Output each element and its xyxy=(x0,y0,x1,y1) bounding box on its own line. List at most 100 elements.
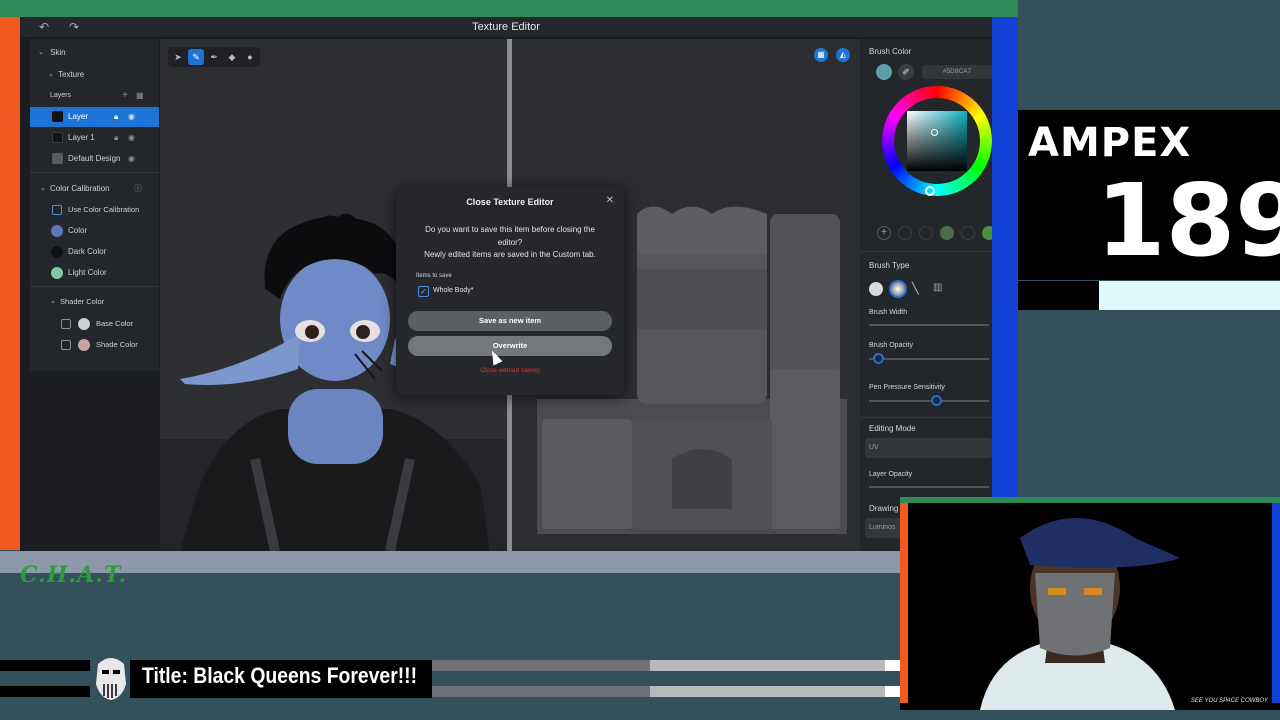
layer-row-default-design[interactable]: Default Design ◉ xyxy=(30,149,159,169)
shade-color-label: Shade Color xyxy=(96,340,138,349)
brush-soft-icon[interactable] xyxy=(889,280,907,298)
overlay-top-green-bar xyxy=(0,0,1018,17)
light-color-row[interactable]: Light Color xyxy=(30,263,159,283)
window-title: Texture Editor xyxy=(472,21,540,33)
light-color-label: Light Color xyxy=(68,268,107,277)
section-label: Color Calibration xyxy=(50,184,110,193)
info-icon[interactable]: ⓘ xyxy=(134,179,142,199)
brush-pen-icon[interactable]: ╲ xyxy=(912,282,919,295)
color-slot[interactable] xyxy=(898,226,912,240)
divider xyxy=(860,251,992,252)
visibility-icon[interactable]: ◉ xyxy=(128,128,135,148)
add-layer-icon[interactable]: + xyxy=(122,86,128,106)
title-bar-segment xyxy=(0,660,90,671)
overlay-left-orange-bar xyxy=(0,17,20,550)
ampex-bar-dark xyxy=(1018,281,1099,310)
tree-item-color-calibration[interactable]: ⌄ Color Calibration ⓘ xyxy=(30,179,159,199)
current-color-swatch[interactable] xyxy=(876,64,892,80)
color-picker-handle[interactable] xyxy=(931,129,938,136)
color-slot[interactable] xyxy=(940,226,954,240)
use-color-calibration-checkbox[interactable] xyxy=(52,205,62,215)
title-bar-segment xyxy=(432,660,650,671)
hue-handle[interactable] xyxy=(925,186,935,196)
layer-thumbnail xyxy=(52,111,63,122)
dialog-message-line: Do you want to save this item before clo… xyxy=(425,225,595,234)
pen-pressure-slider[interactable] xyxy=(869,400,989,402)
brush-texture-icon[interactable]: ▥ xyxy=(933,282,942,293)
light-color-swatch[interactable] xyxy=(51,267,63,279)
tree-item-texture[interactable]: ⌄ Texture xyxy=(30,65,159,85)
layer-row-layer[interactable]: Layer 🔒︎ ◉ xyxy=(30,107,159,127)
shade-color-swatch[interactable] xyxy=(78,339,90,351)
eraser-tool-icon[interactable]: ◆ xyxy=(224,49,240,65)
brush-opacity-label: Brush Opacity xyxy=(869,342,913,349)
select-tool-icon[interactable]: ➤ xyxy=(170,49,186,65)
whole-body-checkbox[interactable]: ✓ xyxy=(418,286,429,297)
saturation-value-square[interactable] xyxy=(907,111,967,171)
lock-icon[interactable]: 🔒︎ xyxy=(114,107,118,127)
tree-label-skin: Skin xyxy=(50,48,66,57)
base-color-checkbox[interactable] xyxy=(61,319,71,329)
base-color-row[interactable]: Base Color xyxy=(30,314,159,334)
image-import-icon[interactable]: ▦ xyxy=(136,86,144,106)
use-color-calibration-row[interactable]: Use Color Calibration xyxy=(30,200,159,220)
tree-label-texture: Texture xyxy=(58,70,85,79)
color-slot[interactable] xyxy=(982,226,992,240)
overwrite-button[interactable]: Overwrite xyxy=(408,336,612,356)
save-as-new-item-button[interactable]: Save as new item xyxy=(408,311,612,331)
close-icon[interactable]: ✕ xyxy=(606,195,614,206)
section-label: Shader Color xyxy=(60,297,105,306)
layer-opacity-slider[interactable] xyxy=(869,486,989,488)
brush-opacity-handle[interactable] xyxy=(873,353,884,364)
base-color-swatch[interactable] xyxy=(78,318,90,330)
chat-label: C.H.A.T. xyxy=(20,562,128,588)
color-row[interactable]: Color xyxy=(30,221,159,241)
brush-tool-icon[interactable]: ✎ xyxy=(188,49,204,65)
layer-row-layer-1[interactable]: Layer 1 🔒︎ ◉ xyxy=(30,128,159,148)
color-label: Color xyxy=(68,226,88,235)
mirror-button[interactable]: ◭ xyxy=(836,48,850,62)
color-slot[interactable] xyxy=(961,226,975,240)
eyedropper-icon[interactable]: ✐ xyxy=(898,64,914,80)
dark-color-row[interactable]: Dark Color xyxy=(30,242,159,262)
layer-thumbnail xyxy=(52,132,63,143)
brush-width-slider[interactable] xyxy=(869,324,989,326)
overlay-blue-strip xyxy=(992,17,1018,497)
shade-color-checkbox[interactable] xyxy=(61,340,71,350)
grid-view-button[interactable]: ▦ xyxy=(814,48,828,62)
whole-body-label: Whole Body* xyxy=(433,287,474,294)
shade-color-row[interactable]: Shade Color xyxy=(30,335,159,355)
ampex-wordmark: AMPEX xyxy=(1028,120,1192,166)
visibility-icon[interactable]: ◉ xyxy=(128,149,135,169)
tree-item-shader-color[interactable]: ⌄ Shader Color xyxy=(30,292,159,312)
close-texture-editor-dialog: Close Texture Editor ✕ Do you want to sa… xyxy=(396,187,624,395)
tool-palette: ➤ ✎ ✒ ◆ ● xyxy=(168,47,260,67)
redo-icon[interactable]: ↷ xyxy=(66,19,82,35)
lock-icon[interactable]: 🔒︎ xyxy=(114,128,118,148)
brush-opacity-slider[interactable] xyxy=(869,358,989,360)
color-slot[interactable] xyxy=(919,226,933,240)
fill-tool-icon[interactable]: ● xyxy=(242,49,258,65)
chevron-down-icon: ⌄ xyxy=(50,298,56,305)
close-without-saving-link[interactable]: Close without saving xyxy=(396,367,624,374)
visibility-icon[interactable]: ◉ xyxy=(128,107,135,127)
layer-name: Layer 1 xyxy=(68,133,95,142)
layer-thumbnail xyxy=(52,153,63,164)
brush-hard-icon[interactable] xyxy=(869,282,883,296)
dialog-title: Close Texture Editor xyxy=(466,197,554,207)
stream-title: Title: Black Queens Forever!!! xyxy=(142,663,418,688)
webcam-frame: SEE YOU SPACE COWBOY xyxy=(900,497,1280,710)
title-bar-segment xyxy=(885,660,900,671)
pen-tool-icon[interactable]: ✒ xyxy=(206,49,222,65)
add-color-icon[interactable]: + xyxy=(877,226,891,240)
dark-color-swatch[interactable] xyxy=(51,246,63,258)
color-swatch[interactable] xyxy=(51,225,63,237)
pen-pressure-handle[interactable] xyxy=(931,395,942,406)
layer-opacity-label: Layer Opacity xyxy=(869,471,913,478)
layer-name: Default Design xyxy=(68,154,121,163)
undo-icon[interactable]: ↶ xyxy=(36,19,52,35)
editing-mode-select[interactable]: UV xyxy=(865,438,992,458)
tree-item-skin[interactable]: ⌄ Skin xyxy=(30,43,159,63)
hex-input[interactable]: #5D9CA7 xyxy=(922,65,992,79)
brush-settings-panel: Brush Color ✐ #5D9CA7 + Brush Type ╲ ▥ B… xyxy=(860,39,992,551)
